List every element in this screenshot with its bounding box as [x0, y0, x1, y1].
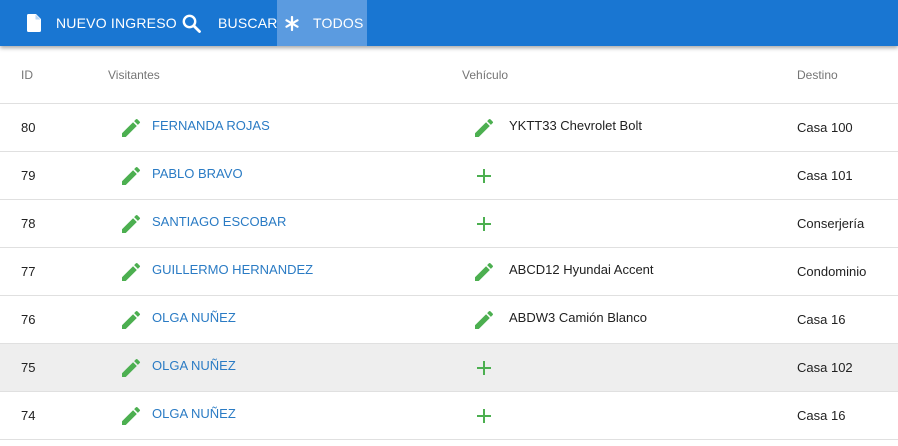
edit-vehicle-pencil-icon[interactable]: [472, 260, 496, 284]
edit-visitor-pencil-icon[interactable]: [119, 356, 143, 380]
file-icon: [27, 14, 41, 32]
destination-text: Casa 102: [797, 360, 853, 375]
table-row[interactable]: 74 OLGA NUÑEZ Casa 16: [0, 392, 898, 440]
visitor-name-link[interactable]: OLGA NUÑEZ: [152, 358, 236, 373]
table-row[interactable]: 78 SANTIAGO ESCOBAR Conserjería: [0, 200, 898, 248]
edit-vehicle-pencil-icon[interactable]: [472, 116, 496, 140]
destination-text: Condominio: [797, 264, 867, 279]
header-id: ID: [21, 68, 33, 82]
row-id: 76: [21, 312, 36, 327]
add-vehicle-plus-icon[interactable]: [472, 212, 496, 236]
header-destino: Destino: [797, 68, 838, 82]
vehicle-text: ABCD12 Hyundai Accent: [509, 262, 654, 277]
add-vehicle-plus-icon[interactable]: [472, 164, 496, 188]
destination-text: Casa 101: [797, 168, 853, 183]
buscar-label: BUSCAR: [218, 15, 278, 31]
destination-text: Casa 16: [797, 408, 846, 423]
nuevo-ingreso-label: NUEVO INGRESO: [56, 15, 177, 31]
search-icon: [182, 14, 201, 33]
table-header: ID Visitantes Vehículo Destino: [0, 46, 898, 104]
row-id: 77: [21, 264, 36, 279]
edit-visitor-pencil-icon[interactable]: [119, 116, 143, 140]
visitor-name-link[interactable]: PABLO BRAVO: [152, 166, 243, 181]
row-id: 80: [21, 120, 36, 135]
table-row[interactable]: 75 OLGA NUÑEZ Casa 102: [0, 344, 898, 392]
table-row[interactable]: 76 OLGA NUÑEZ ABDW3 Camión Blanco Casa 16: [0, 296, 898, 344]
table-row[interactable]: 79 PABLO BRAVO Casa 101: [0, 152, 898, 200]
table-row[interactable]: 80 FERNANDA ROJAS YKTT33 Chevrolet Bolt Cas…: [0, 104, 898, 152]
table-body: 80 FERNANDA ROJAS YKTT33 Chevrolet Bolt Cas…: [0, 104, 898, 440]
edit-visitor-pencil-icon[interactable]: [119, 212, 143, 236]
asterisk-icon: [284, 15, 300, 31]
buscar-button[interactable]: BUSCAR: [171, 0, 277, 46]
todos-button[interactable]: TODOS: [277, 0, 367, 46]
visitor-name-link[interactable]: GUILLERMO HERNANDEZ: [152, 262, 313, 277]
visitor-name-link[interactable]: SANTIAGO ESCOBAR: [152, 214, 286, 229]
top-toolbar: NUEVO INGRESO BUSCAR TODOS: [0, 0, 898, 46]
edit-visitor-pencil-icon[interactable]: [119, 164, 143, 188]
add-vehicle-plus-icon[interactable]: [472, 356, 496, 380]
destination-text: Conserjería: [797, 216, 865, 231]
vehicle-text: YKTT33 Chevrolet Bolt: [509, 118, 642, 133]
vehicle-text: ABDW3 Camión Blanco: [509, 310, 647, 325]
header-visitantes: Visitantes: [108, 68, 160, 82]
add-vehicle-plus-icon[interactable]: [472, 404, 496, 428]
edit-visitor-pencil-icon[interactable]: [119, 404, 143, 428]
visits-table: ID Visitantes Vehículo Destino 80 FERNAND…: [0, 46, 898, 440]
row-id: 79: [21, 168, 36, 183]
destination-text: Casa 16: [797, 312, 846, 327]
visitor-name-link[interactable]: OLGA NUÑEZ: [152, 406, 236, 421]
visitor-name-link[interactable]: OLGA NUÑEZ: [152, 310, 236, 325]
todos-label: TODOS: [313, 15, 364, 31]
row-id: 78: [21, 216, 36, 231]
nuevo-ingreso-button[interactable]: NUEVO INGRESO: [0, 0, 177, 46]
row-id: 75: [21, 360, 36, 375]
edit-visitor-pencil-icon[interactable]: [119, 260, 143, 284]
table-row[interactable]: 77 GUILLERMO HERNANDEZ ABCD12 Hyundai Acce…: [0, 248, 898, 296]
header-vehiculo: Vehículo: [462, 68, 509, 82]
row-id: 74: [21, 408, 36, 423]
destination-text: Casa 100: [797, 120, 853, 135]
visitor-name-link[interactable]: FERNANDA ROJAS: [152, 118, 270, 133]
edit-vehicle-pencil-icon[interactable]: [472, 308, 496, 332]
edit-visitor-pencil-icon[interactable]: [119, 308, 143, 332]
